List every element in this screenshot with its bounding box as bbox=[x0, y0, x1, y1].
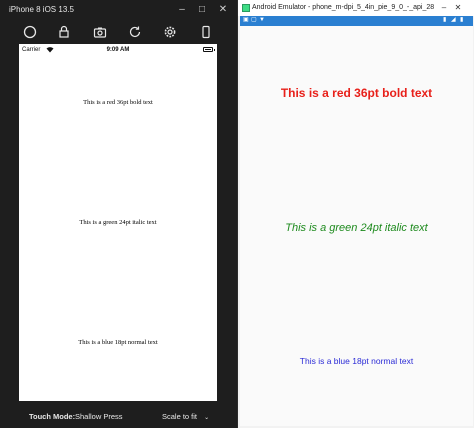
android-app-icon bbox=[242, 4, 250, 12]
touch-mode-label: Touch Mode: bbox=[29, 412, 76, 421]
ios-screen: Carrier 9:09 AM This is a red 36pt bold … bbox=[19, 44, 217, 401]
battery-icon: ▮ bbox=[460, 17, 464, 23]
notification-icon: ▣ bbox=[243, 17, 249, 23]
chevron-down-icon: ⌄ bbox=[204, 415, 210, 421]
android-blue-normal-text: This is a blue 18pt normal text bbox=[299, 356, 414, 366]
minimize-icon[interactable]: – bbox=[175, 3, 189, 17]
ios-green-italic-text: This is a green 24pt italic text bbox=[79, 219, 157, 226]
power-icon[interactable] bbox=[22, 24, 38, 40]
lock-icon[interactable] bbox=[56, 24, 72, 40]
ios-simulator-window: iPhone 8 iOS 13.5 – □ ✕ Carrier 9:09 AM … bbox=[0, 0, 237, 428]
notification-icon: ▢ bbox=[251, 17, 257, 23]
scale-label: Scale to fit bbox=[162, 412, 198, 421]
close-icon[interactable]: ✕ bbox=[216, 3, 230, 17]
ios-clock: 9:09 AM bbox=[106, 47, 130, 53]
ios-bottom-bar: Touch Mode: Shallow Press Scale to fit ⌄ bbox=[0, 404, 237, 428]
close-icon[interactable]: ✕ bbox=[453, 2, 463, 14]
android-emulator-window: Android Emulator - phone_m-dpi_5_4in_pie… bbox=[237, 0, 474, 428]
ios-blue-normal-text: This is a blue 18pt normal text bbox=[78, 339, 158, 346]
ios-red-bold-text: This is a red 36pt bold text bbox=[83, 99, 153, 106]
android-screen: ▣ ▢ ▼ ▮ ◢ ▮ This is a red 36pt bold text… bbox=[240, 16, 473, 426]
touch-mode-value[interactable]: Shallow Press bbox=[75, 412, 123, 421]
ios-window-title: iPhone 8 iOS 13.5 bbox=[9, 5, 74, 14]
android-red-bold-text: This is a red 36pt bold text bbox=[280, 86, 433, 100]
android-green-italic-text: This is a green 24pt italic text bbox=[285, 222, 428, 234]
minimize-icon[interactable]: – bbox=[439, 2, 449, 14]
android-status-bar: ▣ ▢ ▼ ▮ ◢ ▮ bbox=[240, 16, 473, 26]
battery-icon: ▮ bbox=[443, 17, 447, 23]
battery-fill bbox=[205, 49, 211, 50]
settings-icon[interactable] bbox=[162, 24, 178, 40]
ios-toolbar bbox=[0, 22, 237, 42]
wifi-icon: ▼ bbox=[259, 17, 265, 23]
ios-titlebar: iPhone 8 iOS 13.5 – □ ✕ bbox=[0, 0, 237, 20]
device-icon[interactable] bbox=[198, 24, 214, 40]
battery-icon bbox=[203, 47, 215, 52]
android-titlebar: Android Emulator - phone_m-dpi_5_4in_pie… bbox=[238, 0, 474, 16]
android-window-title: Android Emulator - phone_m-dpi_5_4in_pie… bbox=[252, 4, 435, 11]
scale-dropdown[interactable]: Scale to fit ⌄ bbox=[162, 412, 209, 421]
signal-icon: ◢ bbox=[451, 17, 456, 23]
screenshot-icon[interactable] bbox=[92, 24, 108, 40]
maximize-icon[interactable]: □ bbox=[195, 3, 209, 17]
rotate-icon[interactable] bbox=[127, 24, 143, 40]
ios-status-bar: Carrier 9:09 AM bbox=[19, 44, 217, 56]
